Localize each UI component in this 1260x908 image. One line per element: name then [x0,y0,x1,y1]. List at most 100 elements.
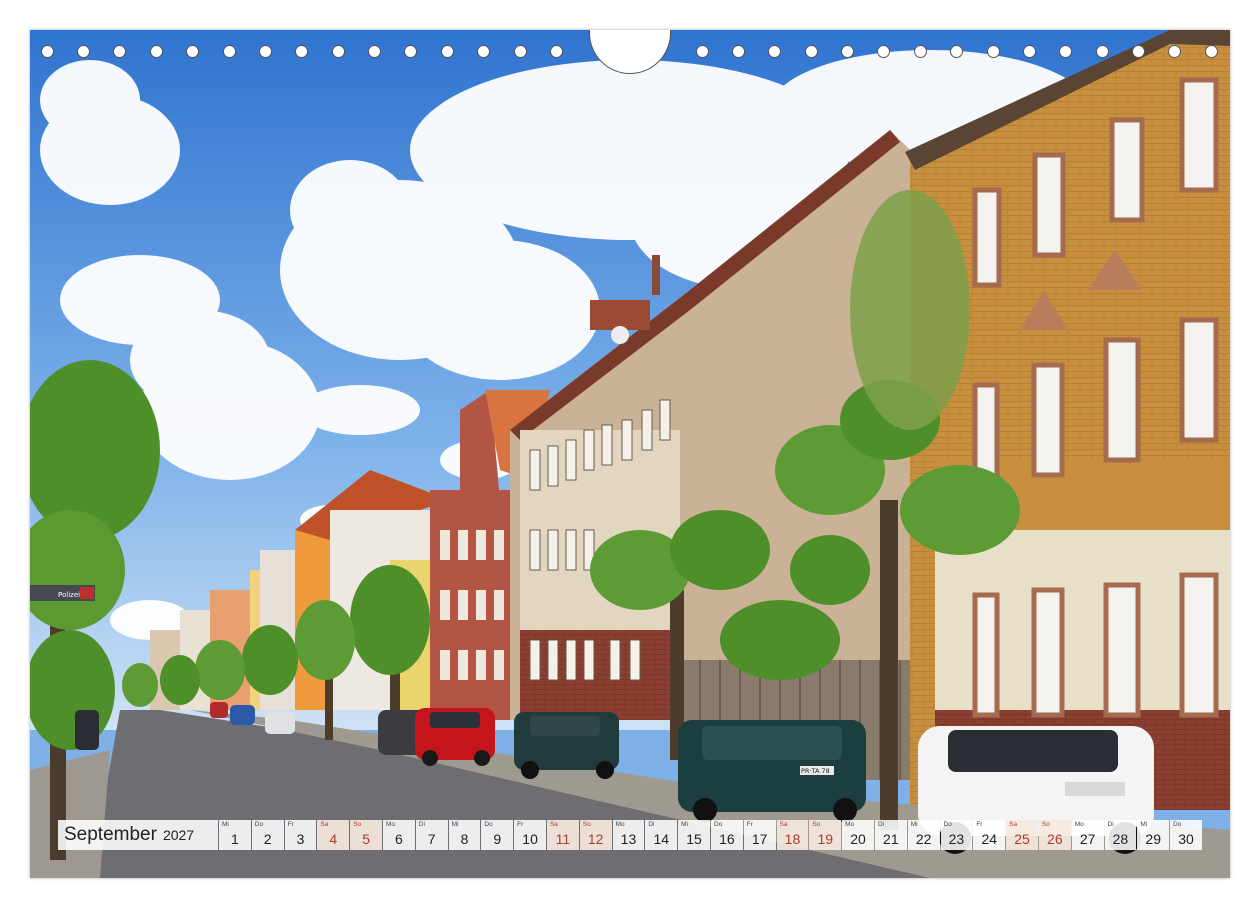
sidewalk-left [30,750,110,878]
street-photo: Polizei PR·TA 78 [30,30,1230,878]
day-number: 21 [883,831,899,847]
day-number: 3 [296,831,305,847]
calendar-strip: September 2027 Mi 1 Do 2 Fr 3 Sa 4 So 5 Mo 6 Di 7 Mi 8 D… [58,820,1202,850]
day-cell: Fr 3 [284,820,317,850]
day-cells: Mi 1 Do 2 Fr 3 Sa 4 So 5 Mo 6 Di 7 Mi 8 Do 9 Fr 10 Sa 11 So 12 M… [219,820,1202,850]
day-cell: Sa 18 [776,820,809,850]
weekday-label: Do [943,821,952,828]
day-number: 28 [1112,831,1129,847]
weekday-label: Mi [451,821,459,828]
day-cell: Sa 4 [317,820,350,850]
day-cell: So 5 [350,820,382,850]
weekday-label: Di [418,821,425,828]
weekday-label: Fr [287,821,294,828]
day-number: 4 [329,831,338,847]
weekday-label: Mi [1140,821,1148,828]
day-number: 5 [362,831,370,847]
day-cell: Sa 25 [1006,820,1038,850]
weekday-label: Mi [681,821,689,828]
day-cell: Fr 24 [973,820,1006,850]
weekday-label: Sa [549,821,558,828]
weekday-label: Sa [320,821,329,828]
weekday-label: Mo [615,821,625,828]
weekday-label: Sa [779,821,788,828]
day-number: 12 [587,831,604,847]
day-number: 7 [427,831,436,847]
day-cell: Di 28 [1104,820,1137,850]
weekday-label: Mo [1074,821,1084,828]
day-number: 2 [263,831,272,847]
day-number: 8 [460,831,469,847]
license-plate-text: PR·TA 78 [801,767,830,775]
police-sign-text: Polizei [58,591,80,599]
month-label: September 2027 [58,820,218,850]
weekday-label: So [582,821,591,828]
day-cell: Fr 10 [514,820,546,850]
day-number: 18 [784,831,801,847]
day-cell: Mi 29 [1137,820,1170,850]
day-number: 10 [522,831,538,847]
weekday-label: So [1041,821,1050,828]
weekday-label: Sa [1009,821,1018,828]
weekday-label: Di [877,821,885,828]
weekday-label: Fr [976,821,983,828]
weekday-label: So [353,821,362,828]
day-number: 16 [719,831,735,847]
day-number: 1 [231,831,239,847]
weekday-label: Fr [746,821,753,828]
day-number: 17 [751,831,768,847]
weekday-label: Di [648,821,655,828]
day-number: 29 [1145,831,1161,847]
day-cell: Mi 22 [907,820,940,850]
weekday-label: So [812,821,821,828]
weekday-label: Mo [385,821,396,828]
day-cell: Di 14 [645,820,678,850]
day-cell: Fr 17 [743,820,776,850]
day-cell: Mi 15 [678,820,710,850]
day-number: 20 [850,831,866,847]
day-number: 15 [686,831,702,847]
day-cell: Do 2 [251,820,284,850]
day-cell: Sa 11 [546,820,579,850]
day-cell: Do 23 [940,820,973,850]
day-cell: So 12 [579,820,612,850]
weekday-label: Do [1173,821,1182,828]
day-number: 25 [1014,831,1030,847]
day-number: 11 [555,831,571,847]
day-number: 23 [948,831,965,847]
weekday-label: Mo [845,821,855,828]
day-cell: Do 30 [1170,820,1202,850]
day-cell: Mo 13 [612,820,645,850]
day-number: 13 [620,831,637,847]
day-cell: Mi 8 [448,820,481,850]
day-number: 6 [394,831,403,847]
day-cell: Mo 6 [382,820,415,850]
weekday-label: Do [484,821,493,828]
day-number: 27 [1079,831,1096,847]
month-year: 2027 [162,827,195,843]
day-number: 30 [1178,831,1194,847]
calendar-page: Polizei PR·TA 78 [30,30,1230,878]
weekday-label: Mi [222,821,229,828]
day-number: 24 [981,831,998,847]
day-cell: Do 16 [710,820,743,850]
day-number: 22 [915,831,932,847]
day-cell: Do 9 [481,820,514,850]
month-name: September [64,824,157,845]
weekday-label: Do [713,821,723,828]
day-number: 14 [653,831,670,847]
weekday-label: Mi [910,821,918,828]
day-cell: So 26 [1038,820,1071,850]
day-number: 19 [817,831,834,847]
weekday-label: Do [254,821,264,828]
day-cell: Di 21 [874,820,907,850]
day-cell: Mi 1 [219,820,251,850]
day-cell: Mo 27 [1071,820,1104,850]
day-number: 9 [493,831,502,847]
day-cell: Di 7 [415,820,448,850]
weekday-label: Di [1107,821,1114,828]
yellow-building [905,30,1230,810]
day-number: 26 [1047,831,1063,847]
weekday-label: Fr [517,821,524,828]
day-cell: So 19 [809,820,842,850]
